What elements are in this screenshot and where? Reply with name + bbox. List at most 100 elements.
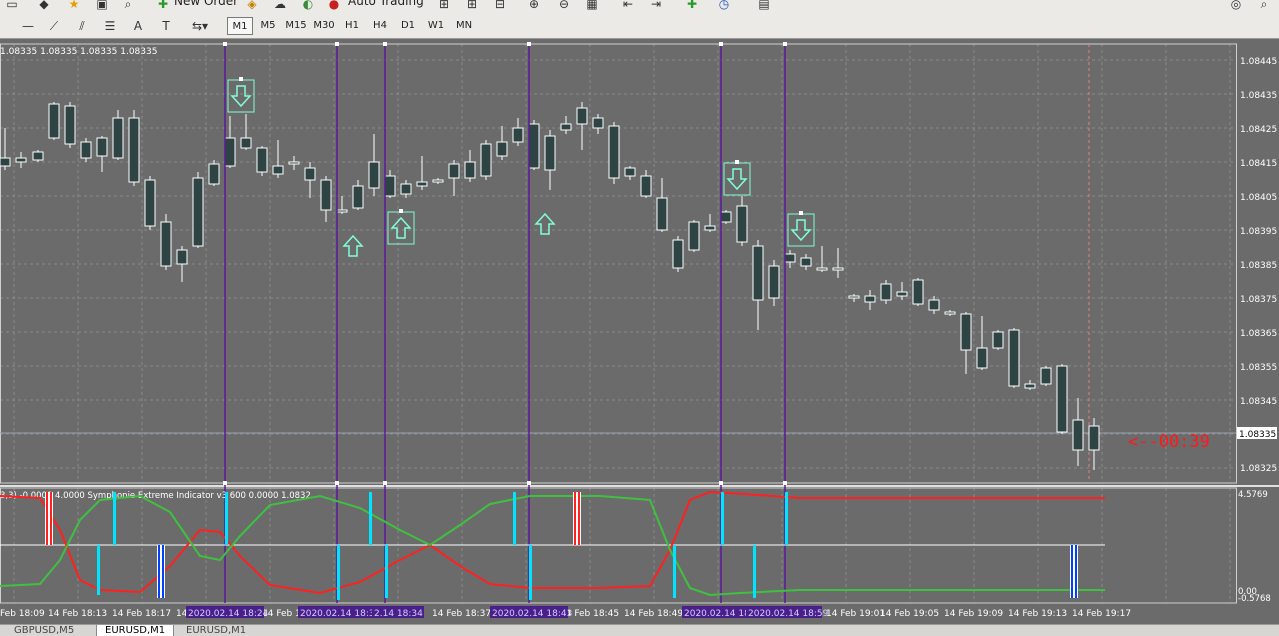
vline-handle[interactable] [335,481,339,485]
timeframe-d1[interactable]: D1 [395,17,421,35]
time-axis-label: 14 [176,609,188,619]
arrow-tool-icon[interactable]: ⇆▾ [188,18,212,34]
clock-icon[interactable]: ◷ [716,0,732,12]
bear-candle [368,161,380,189]
indicator-red-line [0,490,1105,595]
star-icon[interactable]: ★ [66,0,82,12]
vline-handle[interactable] [719,42,723,46]
text-tool-icon[interactable]: A [130,18,146,34]
vline-handle[interactable] [783,42,787,46]
vline-handle[interactable] [527,481,531,485]
timeframe-m30[interactable]: M30 [311,17,337,35]
bear-candle [224,137,236,167]
histogram-bar [721,492,724,545]
tile-icon[interactable]: ▦ [584,0,600,12]
vline-handle[interactable] [383,42,387,46]
time-highlight-label: 2020.02.14 18:43 [492,609,572,619]
timeframe-mn[interactable]: MN [451,17,477,35]
timeframe-m5[interactable]: M5 [255,17,281,35]
auto-trading-button[interactable]: Auto Trading [348,0,424,8]
fibo-tool-icon[interactable]: ☰ [102,18,118,34]
time-axis-label: 14 Feb 19:01 [826,609,885,619]
toolbar-icon-5[interactable]: ☁ [272,0,288,12]
search-icon[interactable]: ⌕ [120,0,136,12]
chart-tab-1[interactable]: GBPUSD,M5 [6,625,82,636]
auto-trading-icon[interactable]: ● [326,0,342,12]
price-tick-label: 1.08445 [1240,57,1277,67]
toolbar-icon-3[interactable]: ▣ [94,0,110,12]
timeframe-h1[interactable]: H1 [339,17,365,35]
bear-candle [816,267,828,271]
vline-handle[interactable] [783,481,787,485]
vline-handle[interactable] [335,42,339,46]
timeframe-m1[interactable]: M1 [227,17,253,35]
toolbar-icon-2[interactable]: ◆ [36,0,52,12]
time-axis-label: 14 Feb 19:17 [1072,609,1131,619]
timeframe-w1[interactable]: W1 [423,17,449,35]
toolbar-icon-11[interactable]: ⇥ [648,0,664,12]
bear-candle [848,295,860,299]
bear-candle [896,291,908,297]
bear-candle [992,331,1004,349]
timeframe-m15[interactable]: M15 [283,17,309,35]
sell-arrow-icon [230,85,252,108]
bear-candle [928,299,940,311]
histogram-bar [46,492,48,545]
toolbar-icon-7[interactable]: ⊞ [436,0,452,12]
vline-handle[interactable] [223,42,227,46]
line-tool-icon[interactable]: ⟋ [46,18,62,34]
histogram-bar [225,492,228,545]
arrow-handle[interactable] [735,160,739,164]
bear-candle [544,135,556,171]
indicators-icon[interactable]: ✚ [684,0,700,12]
bear-candle [288,161,300,165]
toolbar-icon-12[interactable]: ◎ [1228,0,1244,12]
arrow-handle[interactable] [799,211,803,215]
histogram-bar [529,545,532,600]
label-tool-icon[interactable]: T [158,18,174,34]
zoom-out-icon[interactable]: ⊖ [556,0,572,12]
toolbar-icon-6[interactable]: ◐ [300,0,316,12]
bear-candle [1088,425,1100,451]
time-highlight-label: 2020.02.14 18:31 [300,609,380,619]
histogram-bar [753,545,756,598]
arrow-handle[interactable] [239,77,243,81]
toolbar-icon-8[interactable]: ⊞ [464,0,480,12]
toolbar-icon-4[interactable]: ◈ [244,0,260,12]
templates-icon[interactable]: ▤ [756,0,772,12]
vline-handle[interactable] [527,42,531,46]
new-order-icon[interactable]: ✚ [156,0,170,12]
time-axis-label: 14 Feb 19:13 [1008,609,1067,619]
price-tick-label: 1.08425 [1240,125,1277,135]
chart-area[interactable]: 1.08445 1.08435 1.08425 1.08415 1.08405 1.083… [0,38,1279,635]
bear-candle [912,279,924,305]
vline-handle[interactable] [223,481,227,485]
toolbar-icon-9[interactable]: ⊟ [492,0,508,12]
time-axis-label: 14 Feb 19:09 [944,609,1003,619]
zoom-in-icon[interactable]: ⊕ [526,0,542,12]
channel-tool-icon[interactable]: ⫽ [74,18,90,34]
bear-candle [240,137,252,149]
toolbar-icon-10[interactable]: ⇤ [620,0,636,12]
toolbar-icon-13[interactable]: ⌕ [1256,0,1272,12]
vline-handle[interactable] [719,481,723,485]
bear-candle [864,295,876,303]
bear-candle [80,141,92,159]
chart-tab-2[interactable]: EURUSD,M1 [96,625,175,636]
bear-candle [496,141,508,157]
new-order-button[interactable]: New Order [174,0,238,8]
vline-handle[interactable] [383,481,387,485]
bear-candle [272,165,284,175]
bear-candle [1008,329,1020,387]
timeframe-h4[interactable]: H4 [367,17,393,35]
time-axis-label: 14 Feb 18:37 [432,609,491,619]
crosshair-icon[interactable]: — [20,18,36,34]
bear-candle [64,105,76,145]
histogram-bar [158,545,160,598]
toolbar-icon-1[interactable]: ▭ [4,0,20,12]
bear-candle [944,311,956,315]
bear-candle [512,127,524,143]
chart-svg[interactable]: 1.08445 1.08435 1.08425 1.08415 1.08405 1.083… [0,38,1279,624]
chart-tab-3[interactable]: EURUSD,M1 [178,625,254,636]
arrow-handle[interactable] [399,209,403,213]
